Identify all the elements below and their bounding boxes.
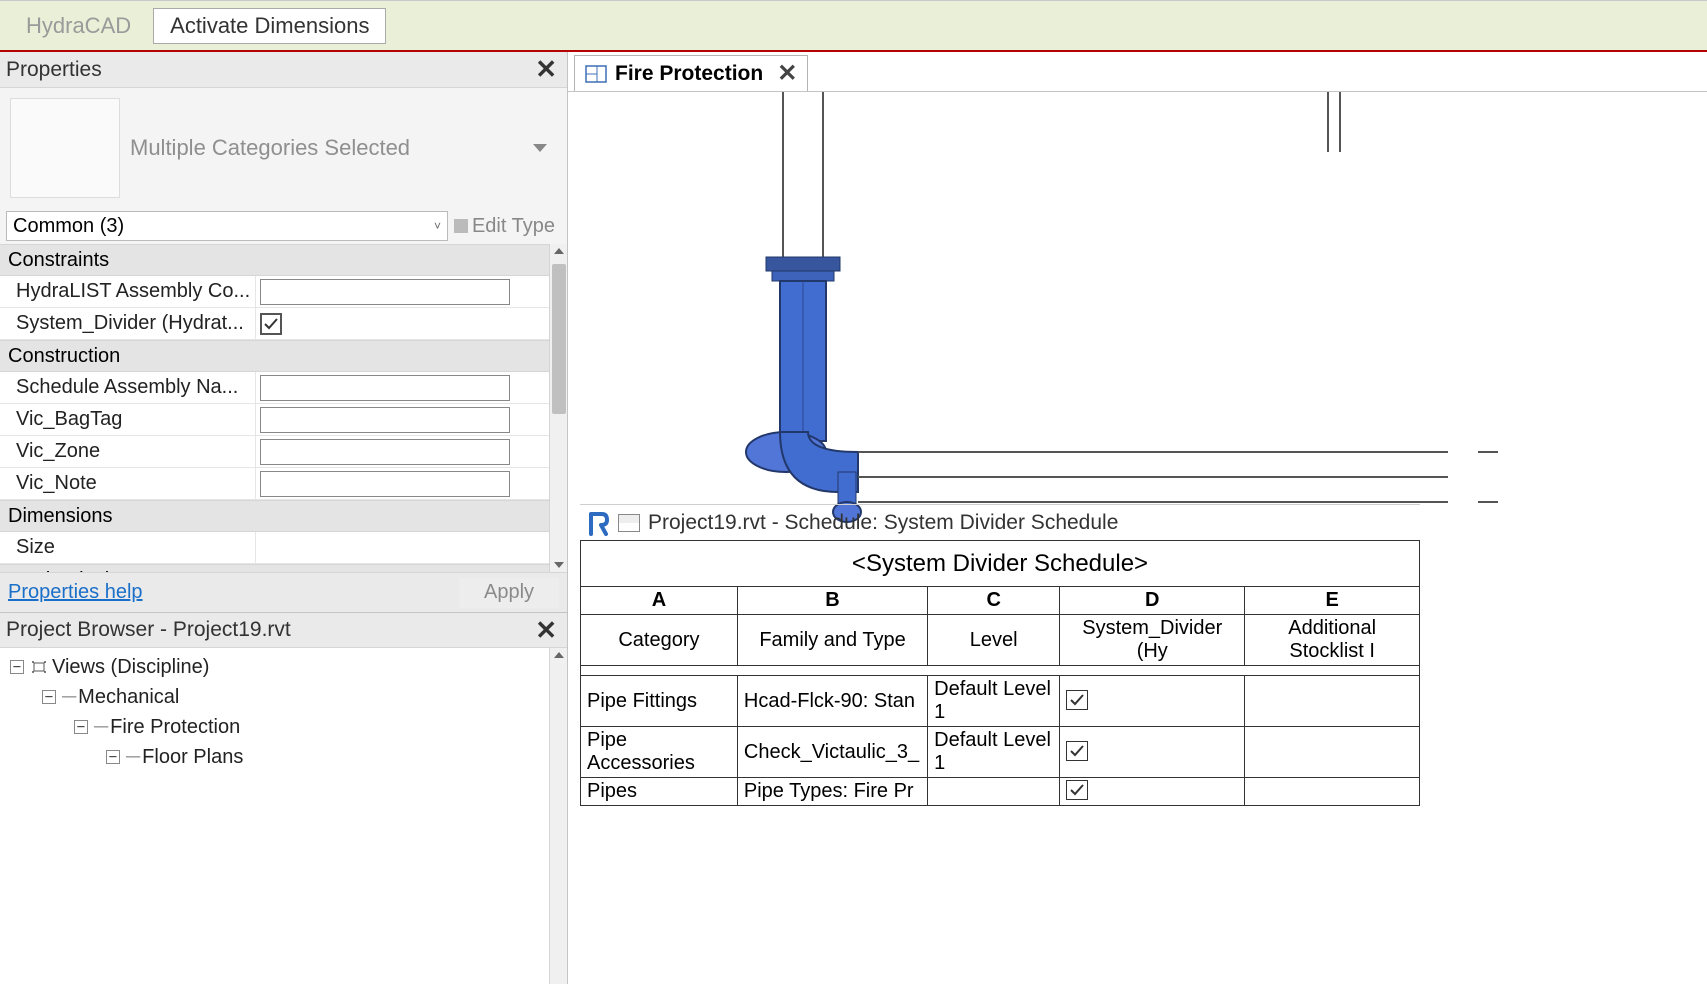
group-dimensions[interactable]: Dimensions ⌃ — [0, 500, 567, 532]
schedule-window: Project19.rvt - Schedule: System Divider… — [580, 504, 1420, 806]
checkbox-checked-icon[interactable] — [1066, 690, 1088, 710]
schedule-col-label[interactable]: Family and Type — [737, 615, 927, 666]
pipe-drawing — [728, 92, 1628, 552]
schedule-col-label[interactable]: Level — [928, 615, 1060, 666]
apply-button[interactable]: Apply — [459, 578, 559, 608]
schedule-col-letter[interactable]: A — [581, 587, 738, 615]
edit-type-label: Edit Type — [472, 215, 555, 238]
view-tab-label: Fire Protection — [615, 62, 763, 86]
browser-scrollbar[interactable] — [549, 648, 567, 984]
project-browser-header: Project Browser - Project19.rvt ✕ — [0, 612, 567, 648]
schedule-row[interactable]: Pipe AccessoriesCheck_Victaulic_3_Defaul… — [581, 727, 1420, 778]
instance-filter-combo[interactable]: Common (3) ˅ — [6, 211, 448, 241]
vic-bagtag-input[interactable] — [260, 407, 510, 433]
tree-node-views[interactable]: − Views (Discipline) — [6, 652, 561, 682]
activate-dimensions-button[interactable]: Activate Dimensions — [153, 8, 386, 44]
tree-node-floor-plans[interactable]: − ─ Floor Plans — [6, 742, 561, 772]
type-selector[interactable]: Multiple Categories Selected — [0, 88, 567, 208]
schedule-window-title: Project19.rvt - Schedule: System Divider… — [648, 511, 1118, 535]
chevron-down-icon: ˅ — [434, 219, 441, 233]
schedule-col-letter[interactable]: B — [737, 587, 927, 615]
system-divider-checkbox[interactable] — [260, 313, 282, 335]
edit-type-icon — [454, 219, 468, 233]
dropdown-caret-icon — [533, 144, 547, 152]
prop-row-vic-bagtag[interactable]: Vic_BagTag — [0, 404, 567, 436]
ribbon-bar: HydraCAD Activate Dimensions — [0, 0, 1707, 52]
project-browser-title: Project Browser - Project19.rvt — [6, 618, 291, 642]
group-construction[interactable]: Construction ⌃ — [0, 340, 567, 372]
revit-logo-icon — [588, 510, 610, 536]
schedule-title-bar[interactable]: Project19.rvt - Schedule: System Divider… — [580, 504, 1420, 540]
schedule-col-letter[interactable]: D — [1060, 587, 1245, 615]
schedule-col-label[interactable]: System_Divider (Hy — [1060, 615, 1245, 666]
tree-collapse-icon[interactable]: − — [106, 750, 120, 764]
type-selector-label: Multiple Categories Selected — [130, 135, 410, 161]
prop-row-vic-note[interactable]: Vic_Note — [0, 468, 567, 500]
checkbox-checked-icon[interactable] — [1066, 741, 1088, 761]
schedule-icon — [618, 514, 640, 532]
schedule-col-label[interactable]: Category — [581, 615, 738, 666]
schedule-row[interactable]: Pipe FittingsHcad-Flck-90: StanDefault L… — [581, 676, 1420, 727]
properties-scrollbar[interactable] — [549, 244, 567, 572]
schedule-col-label[interactable]: Additional Stocklist I — [1245, 615, 1420, 666]
schedule-checkbox-cell[interactable] — [1060, 778, 1245, 806]
prop-row-hydralist[interactable]: HydraLIST Assembly Co... — [0, 276, 567, 308]
prop-row-size[interactable]: Size — [0, 532, 567, 564]
tree-collapse-icon[interactable]: − — [42, 690, 56, 704]
view-tab-fire-protection[interactable]: Fire Protection ✕ — [574, 55, 808, 91]
vic-note-input[interactable] — [260, 471, 510, 497]
checkbox-checked-icon[interactable] — [1066, 780, 1088, 800]
schedule-checkbox-cell[interactable] — [1060, 676, 1245, 727]
schedule-col-letter[interactable]: E — [1245, 587, 1420, 615]
views-icon — [30, 659, 48, 675]
vic-zone-input[interactable] — [260, 439, 510, 465]
group-mechanical[interactable]: Mechanical ⌃ — [0, 564, 567, 572]
prop-row-schedule-assembly[interactable]: Schedule Assembly Na... — [0, 372, 567, 404]
hydracad-button[interactable]: HydraCAD — [10, 9, 147, 43]
type-thumbnail — [10, 98, 120, 198]
properties-header: Properties ✕ — [0, 52, 567, 88]
schedule-col-letter[interactable]: C — [928, 587, 1060, 615]
schedule-title-cell: <System Divider Schedule> — [581, 541, 1420, 587]
instance-filter-label: Common (3) — [13, 215, 124, 238]
project-browser-tree: − Views (Discipline) − ─ Mechanical − ─ … — [0, 648, 567, 984]
prop-row-system-divider[interactable]: System_Divider (Hydrat... — [0, 308, 567, 340]
properties-grid: Constraints ⌃ HydraLIST Assembly Co... S… — [0, 244, 567, 572]
project-browser-close-icon[interactable]: ✕ — [531, 615, 561, 646]
tree-node-mechanical[interactable]: − ─ Mechanical — [6, 682, 561, 712]
edit-type-button[interactable]: Edit Type — [448, 215, 561, 238]
schedule-table[interactable]: <System Divider Schedule> ABCDE Category… — [580, 540, 1420, 806]
tree-node-fire-protection[interactable]: − ─ Fire Protection — [6, 712, 561, 742]
tab-close-icon[interactable]: ✕ — [777, 59, 797, 88]
properties-title: Properties — [6, 58, 102, 82]
schedule-assembly-input[interactable] — [260, 375, 510, 401]
schedule-row[interactable]: PipesPipe Types: Fire Pr — [581, 778, 1420, 806]
prop-row-vic-zone[interactable]: Vic_Zone — [0, 436, 567, 468]
type-selector-combo[interactable]: Multiple Categories Selected — [130, 135, 557, 161]
properties-help-link[interactable]: Properties help — [8, 581, 143, 604]
tree-collapse-icon[interactable]: − — [10, 660, 24, 674]
group-constraints[interactable]: Constraints ⌃ — [0, 244, 567, 276]
floorplan-icon — [585, 65, 607, 83]
view-tab-bar: Fire Protection ✕ — [568, 52, 1707, 92]
properties-close-icon[interactable]: ✕ — [531, 54, 561, 85]
hydralist-input[interactable] — [260, 279, 510, 305]
schedule-checkbox-cell[interactable] — [1060, 727, 1245, 778]
tree-collapse-icon[interactable]: − — [74, 720, 88, 734]
